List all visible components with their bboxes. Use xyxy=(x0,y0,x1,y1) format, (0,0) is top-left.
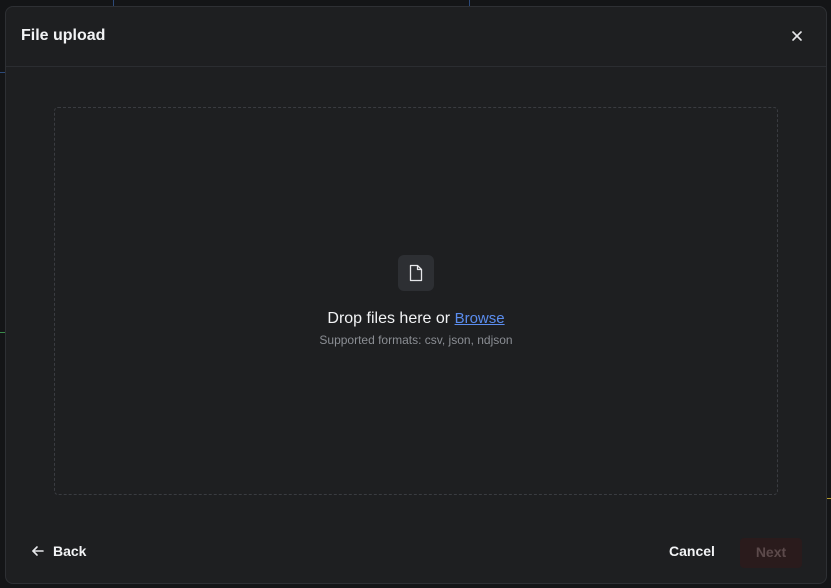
cancel-button[interactable]: Cancel xyxy=(669,543,715,559)
background-divider xyxy=(827,498,831,499)
file-icon-container xyxy=(398,255,434,291)
back-button[interactable]: Back xyxy=(31,543,86,559)
dialog-title: File upload xyxy=(21,27,106,44)
file-dropzone[interactable]: Drop files here or Browse Supported form… xyxy=(54,107,778,495)
file-icon xyxy=(409,264,423,282)
next-button[interactable]: Next xyxy=(740,538,802,568)
browse-link[interactable]: Browse xyxy=(455,310,505,327)
supported-formats-text: Supported formats: csv, json, ndjson xyxy=(319,333,513,347)
close-icon xyxy=(792,31,802,41)
back-label: Back xyxy=(53,543,87,559)
arrow-left-icon xyxy=(32,546,44,556)
dialog-header: File upload xyxy=(6,7,826,67)
drop-prompt-text: Drop files here or xyxy=(327,310,451,327)
close-button[interactable] xyxy=(788,27,806,45)
file-upload-dialog: File upload Drop files here or Browse Su… xyxy=(5,6,827,584)
drop-prompt: Drop files here or Browse xyxy=(55,310,777,328)
